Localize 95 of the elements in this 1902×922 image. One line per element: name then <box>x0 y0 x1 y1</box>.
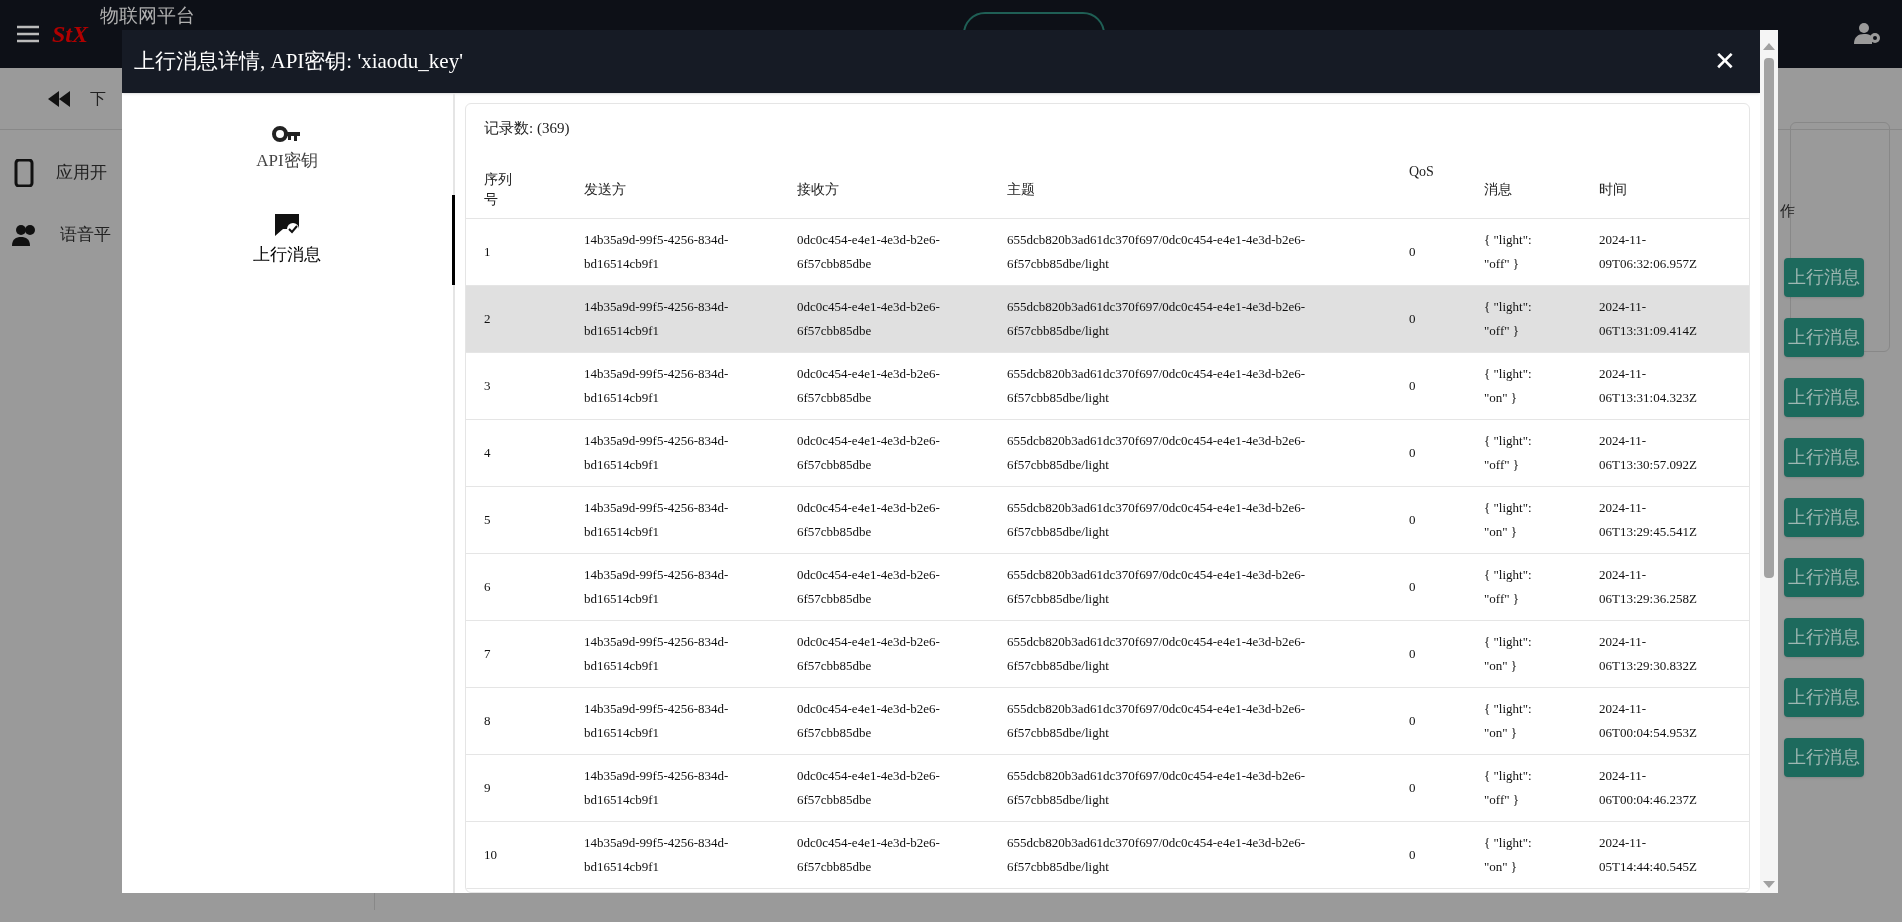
column-header: QoS <box>1409 163 1434 181</box>
column-header: 接收方 <box>797 181 839 199</box>
table-cell-text: 0 <box>1409 578 1416 596</box>
table-cell-text: 655dcb820b3ad61dc370f697/0dc0c454-e4e1-4e3d-b2e6-6f57cbb85dbe/light <box>1007 834 1307 876</box>
table-cell-text: 655dcb820b3ad61dc370f697/0dc0c454-e4e1-4e3d-b2e6-6f57cbb85dbe/light <box>1007 633 1307 675</box>
close-button[interactable]: ✕ <box>1714 48 1736 75</box>
table-cell-text: 14b35a9d-99f5-4256-834d-bd16514cb9f1 <box>584 499 730 541</box>
column-header: 时间 <box>1599 181 1627 199</box>
table-cell-text: 2024-11-06T13:31:04.323Z <box>1599 365 1698 407</box>
table-cell-text: 655dcb820b3ad61dc370f697/0dc0c454-e4e1-4e3d-b2e6-6f57cbb85dbe/light <box>1007 499 1307 541</box>
table-cell-text: 0 <box>1409 310 1416 328</box>
table-cell-text: 0dc0c454-e4e1-4e3d-b2e6-6f57cbb85dbe <box>797 767 941 809</box>
table-cell-text: 655dcb820b3ad61dc370f697/0dc0c454-e4e1-4e3d-b2e6-6f57cbb85dbe/light <box>1007 700 1307 742</box>
table-cell-text: 14b35a9d-99f5-4256-834d-bd16514cb9f1 <box>584 298 730 340</box>
table-cell-text: 2 <box>484 310 491 328</box>
table-cell-text: { "light": "off" } <box>1484 432 1533 474</box>
table-cell-text: 655dcb820b3ad61dc370f697/0dc0c454-e4e1-4e3d-b2e6-6f57cbb85dbe/light <box>1007 365 1307 407</box>
column-header: 序列号 <box>484 171 513 209</box>
table-cell-text: 2024-11-05T14:44:40.545Z <box>1599 834 1698 876</box>
sidebar-item[interactable]: 语音平 <box>60 222 111 248</box>
column-header: 发送方 <box>584 181 626 199</box>
menu-icon[interactable] <box>16 24 40 44</box>
table-cell-text: 9 <box>484 779 491 797</box>
table-cell-text: 0dc0c454-e4e1-4e3d-b2e6-6f57cbb85dbe <box>797 365 941 407</box>
table-cell-text: 2024-11-06T00:04:46.237Z <box>1599 767 1698 809</box>
column-header: 主题 <box>1007 181 1035 199</box>
table-cell-text: 0 <box>1409 779 1416 797</box>
table-cell-text: 1 <box>484 243 491 261</box>
column-header: 消息 <box>1484 181 1512 199</box>
table-cell-text: 8 <box>484 712 491 730</box>
table-cell-text: 3 <box>484 377 491 395</box>
table-cell-text: 2024-11-09T06:32:06.957Z <box>1599 231 1698 273</box>
table-cell-text: { "light": "on" } <box>1484 834 1533 876</box>
table-cell-text: 655dcb820b3ad61dc370f697/0dc0c454-e4e1-4e3d-b2e6-6f57cbb85dbe/light <box>1007 231 1307 273</box>
table-cell-text: 0dc0c454-e4e1-4e3d-b2e6-6f57cbb85dbe <box>797 633 941 675</box>
table-cell-text: { "light": "off" } <box>1484 231 1533 273</box>
table-row[interactable]: 2 14b35a9d-99f5-4256-834d-bd16514cb9f1 0dc0c454-e4e1-4e3d-b2e6-6f57cbb85dbe 655dcb820b3ad61dc370f697/0dc0c454-e4e1-4e3d-b2e6-6f57cbb85dbe/light 0 { "light": "off" } 2024-11-06T13:31:09.414Z <box>466 286 1749 353</box>
toolbar-label: 下 <box>90 88 106 109</box>
table-cell-text: { "light": "off" } <box>1484 566 1533 608</box>
table-cell-text: 14b35a9d-99f5-4256-834d-bd16514cb9f1 <box>584 700 730 742</box>
user-settings-icon[interactable] <box>1854 22 1882 46</box>
table-cell-text: 14b35a9d-99f5-4256-834d-bd16514cb9f1 <box>584 566 730 608</box>
table-cell-text: 5 <box>484 511 491 529</box>
logo: StX <box>52 22 89 46</box>
table-cell-text: 2024-11-06T13:31:09.414Z <box>1599 298 1698 340</box>
table-cell-text: { "light": "on" } <box>1484 365 1533 407</box>
phone-icon <box>12 159 36 187</box>
sidebar-item[interactable]: 应用开 <box>56 160 107 186</box>
key-icon <box>272 126 302 145</box>
table-cell-text: 655dcb820b3ad61dc370f697/0dc0c454-e4e1-4e3d-b2e6-6f57cbb85dbe/light <box>1007 298 1307 340</box>
table-cell-text: 0 <box>1409 243 1416 261</box>
table-cell-text: 0dc0c454-e4e1-4e3d-b2e6-6f57cbb85dbe <box>797 566 941 608</box>
table-cell-text: 2024-11-06T00:04:54.953Z <box>1599 700 1698 742</box>
table-cell-text: 14b35a9d-99f5-4256-834d-bd16514cb9f1 <box>584 432 730 474</box>
table-cell-text: 14b35a9d-99f5-4256-834d-bd16514cb9f1 <box>584 633 730 675</box>
table-cell-text: 0dc0c454-e4e1-4e3d-b2e6-6f57cbb85dbe <box>797 700 941 742</box>
table-cell-text: 0 <box>1409 846 1416 864</box>
table-cell-text: 0 <box>1409 377 1416 395</box>
table-cell-text: 0 <box>1409 645 1416 663</box>
table-cell-text: 0 <box>1409 712 1416 730</box>
app-title: 物联网平台 <box>100 6 196 25</box>
table-cell-text: 655dcb820b3ad61dc370f697/0dc0c454-e4e1-4e3d-b2e6-6f57cbb85dbe/light <box>1007 566 1307 608</box>
table-cell-text: 14b35a9d-99f5-4256-834d-bd16514cb9f1 <box>584 834 730 876</box>
table-cell-text: { "light": "on" } <box>1484 499 1533 541</box>
table-cell-text: 2024-11-06T13:29:30.832Z <box>1599 633 1698 675</box>
table-cell-text: 0dc0c454-e4e1-4e3d-b2e6-6f57cbb85dbe <box>797 298 941 340</box>
dialog-title: 上行消息详情, API密钥: 'xiaodu_key' <box>134 47 464 75</box>
table-cell-text: 14b35a9d-99f5-4256-834d-bd16514cb9f1 <box>584 365 730 407</box>
table-cell-text: 2024-11-06T13:29:45.541Z <box>1599 499 1698 541</box>
table-cell-text: 6 <box>484 578 491 596</box>
table-cell-text: 10 <box>484 846 497 864</box>
table-cell-text: 0 <box>1409 444 1416 462</box>
table-cell-text: 0dc0c454-e4e1-4e3d-b2e6-6f57cbb85dbe <box>797 499 941 541</box>
nav-tab[interactable]: 上行消息 <box>122 195 455 285</box>
table-cell-text: 0 <box>1409 511 1416 529</box>
table-cell-text: 655dcb820b3ad61dc370f697/0dc0c454-e4e1-4e3d-b2e6-6f57cbb85dbe/light <box>1007 767 1307 809</box>
table-cell-text: 14b35a9d-99f5-4256-834d-bd16514cb9f1 <box>584 231 730 273</box>
column-header: 作 <box>1780 202 1795 221</box>
table-cell-text: 0dc0c454-e4e1-4e3d-b2e6-6f57cbb85dbe <box>797 432 941 474</box>
table-cell-text: 0dc0c454-e4e1-4e3d-b2e6-6f57cbb85dbe <box>797 834 941 876</box>
nav-tab[interactable]: API密钥 <box>122 105 455 195</box>
table-cell-text: { "light": "on" } <box>1484 633 1533 675</box>
table-cell-text: 655dcb820b3ad61dc370f697/0dc0c454-e4e1-4e3d-b2e6-6f57cbb85dbe/light <box>1007 432 1307 474</box>
table-cell-text: { "light": "off" } <box>1484 767 1533 809</box>
table-cell-text: 7 <box>484 645 491 663</box>
table-cell-text: 14b35a9d-99f5-4256-834d-bd16514cb9f1 <box>584 767 730 809</box>
rewind-icon[interactable] <box>48 90 70 107</box>
record-count: 记录数: (369) <box>484 120 570 136</box>
table-cell-text: 4 <box>484 444 491 462</box>
table-cell-text: 2024-11-06T13:29:36.258Z <box>1599 566 1698 608</box>
table-cell-text: { "light": "off" } <box>1484 298 1533 340</box>
table-cell-text: 2024-11-06T13:30:57.092Z <box>1599 432 1698 474</box>
message-check-icon <box>273 212 301 239</box>
table-cell-text: 0dc0c454-e4e1-4e3d-b2e6-6f57cbb85dbe <box>797 231 941 273</box>
table-cell-text: { "light": "on" } <box>1484 700 1533 742</box>
